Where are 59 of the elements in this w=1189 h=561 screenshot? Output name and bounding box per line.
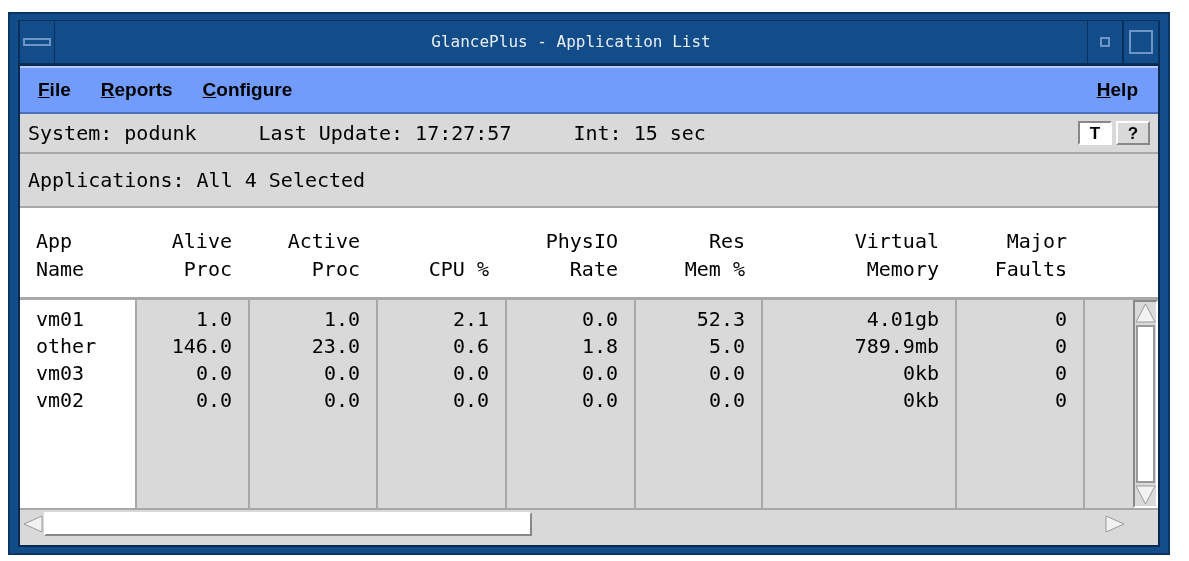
scroll-right-icon[interactable] <box>1104 514 1126 534</box>
scroll-down-icon[interactable] <box>1135 484 1156 506</box>
table-cell-text: 0 <box>1053 306 1067 333</box>
table-cell-text: vm01 <box>36 306 86 333</box>
table-cell-text: 1.0 <box>322 306 360 333</box>
menu-item[interactable]: File <box>38 75 71 105</box>
table-cell-text: 0.0 <box>707 387 745 414</box>
menu-item[interactable]: Help <box>1096 75 1138 105</box>
table-cell-text: 0.0 <box>194 387 232 414</box>
window-menu-icon[interactable] <box>23 36 51 48</box>
column-header: PhysIO Rate <box>544 228 619 283</box>
table-cell-text: 2.1 <box>451 306 489 333</box>
interval-label: Int: 15 sec <box>573 120 706 147</box>
text-toggle-button[interactable]: T <box>1078 121 1112 145</box>
table-cell-text: 0.0 <box>451 387 489 414</box>
menu-item[interactable]: Reports <box>100 75 173 105</box>
applications-label: Applications: All 4 Selected <box>28 167 366 194</box>
table-cell-text: 0.0 <box>707 360 745 387</box>
column-header: App Name <box>35 228 86 283</box>
table-cell-text: 0.0 <box>451 360 489 387</box>
table-cell-text: vm02 <box>36 387 86 414</box>
column-header: CPU % <box>427 256 490 283</box>
table-cell-text: 23.0 <box>310 333 360 360</box>
help-button[interactable]: ? <box>1116 121 1150 145</box>
table-cell-text: 0kb <box>901 360 939 387</box>
table-cell-text: 1.0 <box>194 306 232 333</box>
table-cell-text: 0 <box>1053 333 1067 360</box>
table-cell-text: 0 <box>1053 360 1067 387</box>
table-cell-text: 0.0 <box>580 360 618 387</box>
table-cell-text: 1.8 <box>580 333 618 360</box>
scroll-left-icon[interactable] <box>22 514 44 534</box>
scrollbar-thumb[interactable] <box>1136 325 1155 483</box>
table-cell-text: 0.6 <box>451 333 489 360</box>
table-cell-text: 0.0 <box>194 360 232 387</box>
table-cell-text: 0.0 <box>580 387 618 414</box>
table-cell-text: 4.01gb <box>865 306 939 333</box>
table-cell-text: other <box>36 333 98 360</box>
minimize-icon[interactable] <box>1100 37 1110 47</box>
table-cell-text: 0.0 <box>322 387 360 414</box>
column-header: Major Faults <box>993 228 1068 283</box>
column-header: Res Mem % <box>683 228 746 283</box>
table-cell-text: vm03 <box>36 360 86 387</box>
table-cell-text: 0.0 <box>322 360 360 387</box>
scroll-up-icon[interactable] <box>1135 302 1156 324</box>
column-header: Virtual Memory <box>853 228 940 283</box>
window-title: GlancePlus - Application List <box>430 31 712 53</box>
table-cell-text: 789.9mb <box>853 333 939 360</box>
column-header: Alive Proc <box>170 228 233 283</box>
table-cell-text: 5.0 <box>707 333 745 360</box>
system-label: System: podunk <box>28 120 197 147</box>
menu-item[interactable]: Configure <box>202 75 293 105</box>
maximize-icon[interactable] <box>1129 30 1153 54</box>
last-update-label: Last Update: 17:27:57 <box>258 120 512 147</box>
table-cell-text: 146.0 <box>170 333 232 360</box>
table-cell-text: 52.3 <box>695 306 745 333</box>
column-header: Active Proc <box>286 228 361 283</box>
table-cell-text: 0.0 <box>580 306 618 333</box>
table-cell-text: 0 <box>1053 387 1067 414</box>
table-cell-text: 0kb <box>901 387 939 414</box>
